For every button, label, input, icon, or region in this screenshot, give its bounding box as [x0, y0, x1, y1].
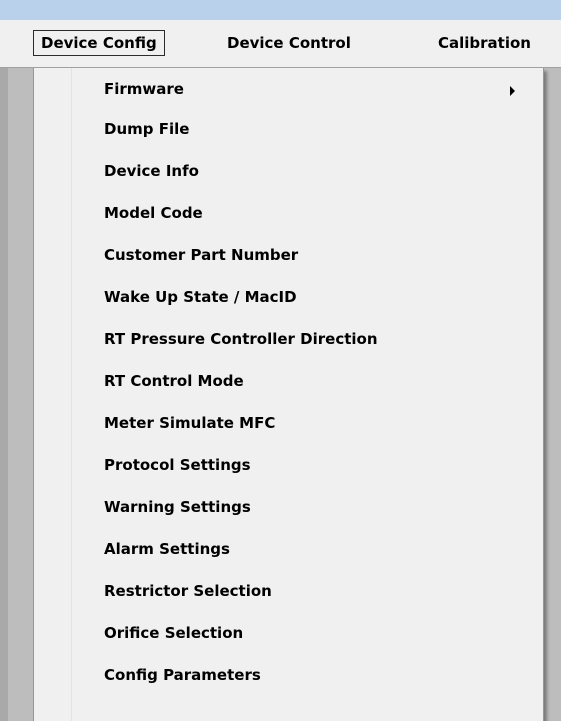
device-config-dropdown: Firmware Dump File Device Info Model Cod…	[33, 68, 544, 721]
menu-item-label: Warning Settings	[104, 498, 251, 516]
menu-item-dump-file[interactable]: Dump File	[34, 111, 542, 147]
menu-item-rt-control-mode[interactable]: RT Control Mode	[34, 363, 542, 399]
menu-item-warning-settings[interactable]: Warning Settings	[34, 489, 542, 525]
menu-item-label: Alarm Settings	[104, 540, 230, 558]
menu-device-control[interactable]: Device Control	[220, 30, 358, 56]
menu-item-orifice-selection[interactable]: Orifice Selection	[34, 615, 542, 651]
menu-item-label: Device Info	[104, 162, 199, 180]
menu-item-label: RT Control Mode	[104, 372, 244, 390]
menu-item-label: Firmware	[104, 80, 184, 98]
menu-item-label: Wake Up State / MacID	[104, 288, 297, 306]
menu-item-label: Protocol Settings	[104, 456, 251, 474]
window-background-edge	[0, 68, 8, 721]
chevron-right-icon	[510, 86, 515, 96]
menu-item-meter-simulate-mfc[interactable]: Meter Simulate MFC	[34, 405, 542, 441]
menu-item-label: Orifice Selection	[104, 624, 244, 642]
menu-item-label: RT Pressure Controller Direction	[104, 330, 378, 348]
menu-item-label: Meter Simulate MFC	[104, 414, 276, 432]
menu-item-restrictor-selection[interactable]: Restrictor Selection	[34, 573, 542, 609]
menu-item-alarm-settings[interactable]: Alarm Settings	[34, 531, 542, 567]
menu-item-protocol-settings[interactable]: Protocol Settings	[34, 447, 542, 483]
menu-item-label: Config Parameters	[104, 666, 261, 684]
menu-device-config[interactable]: Device Config	[33, 30, 165, 56]
title-bar-strip	[0, 0, 561, 20]
menu-item-label: Customer Part Number	[104, 246, 299, 264]
menu-item-label: Model Code	[104, 204, 203, 222]
menu-item-label: Restrictor Selection	[104, 582, 272, 600]
menu-calibration[interactable]: Calibration	[431, 30, 538, 56]
menu-item-firmware[interactable]: Firmware	[34, 71, 542, 107]
menu-item-rt-pressure-controller-direction[interactable]: RT Pressure Controller Direction	[34, 321, 542, 357]
menu-item-customer-part-number[interactable]: Customer Part Number	[34, 237, 542, 273]
menu-item-model-code[interactable]: Model Code	[34, 195, 542, 231]
menu-item-label: Dump File	[104, 120, 190, 138]
menu-item-wake-up-state[interactable]: Wake Up State / MacID	[34, 279, 542, 315]
menu-bar: Device Config Device Control Calibration	[0, 20, 561, 68]
menu-item-config-parameters[interactable]: Config Parameters	[34, 657, 542, 693]
menu-item-device-info[interactable]: Device Info	[34, 153, 542, 189]
